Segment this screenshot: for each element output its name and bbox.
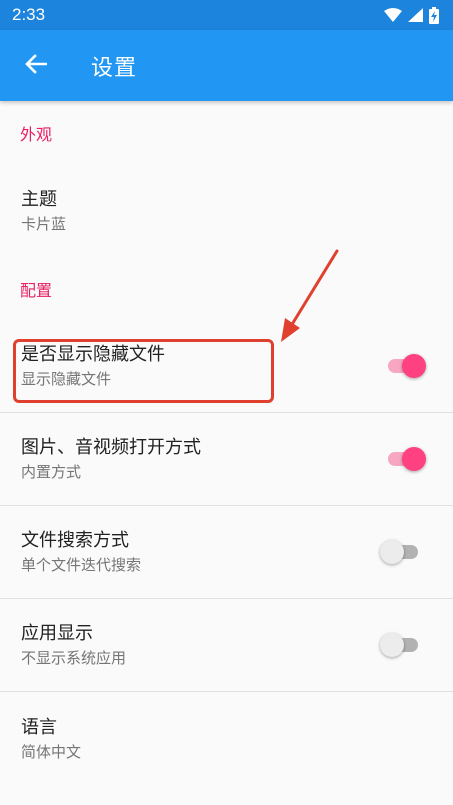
annotation-arrow-icon: [281, 249, 339, 342]
